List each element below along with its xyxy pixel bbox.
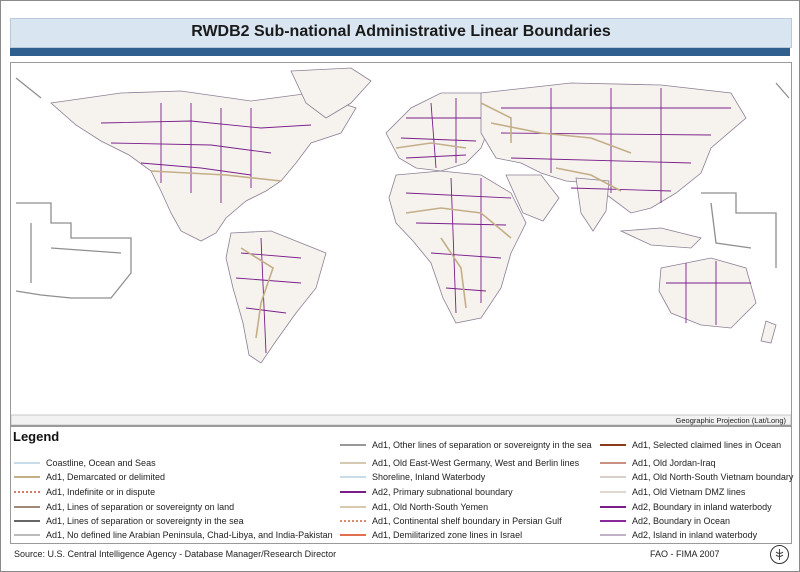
landmass-new-zealand [760, 320, 777, 344]
legend-item: Ad2, Island in inland waterbody [600, 530, 757, 540]
landmass-india [575, 177, 610, 232]
legend-item: Ad1, Other lines of separation or sovere… [340, 440, 592, 450]
legend-swatch [14, 506, 40, 508]
landmass-antarctica [11, 414, 791, 425]
legend-swatch [340, 476, 366, 478]
credit-note: FAO - FIMA 2007 [650, 549, 720, 559]
legend-item: Ad1, Old Vietnam DMZ lines [600, 487, 745, 497]
legend-item: Ad1, Demilitarized zone lines in Israel [340, 530, 522, 540]
legend-item: Ad1, Old Jordan-Iraq [600, 458, 716, 468]
fao-logo-icon [770, 545, 789, 564]
legend-label: Ad1, Continental shelf boundary in Persi… [372, 516, 562, 526]
legend-swatch [600, 520, 626, 522]
title-accent-bar [10, 48, 790, 56]
map-title: RWDB2 Sub-national Administrative Linear… [191, 23, 611, 40]
legend-swatch [600, 444, 626, 446]
source-note: Source: U.S. Central Intelligence Agency… [14, 549, 337, 559]
legend-item: Ad2, Boundary in Ocean [600, 516, 730, 526]
legend-swatch [14, 534, 40, 536]
legend-label: Ad2, Island in inland waterbody [632, 530, 758, 540]
pacific-sea-boundary [15, 202, 132, 299]
legend-label: Ad1, Demarcated or delimited [46, 472, 166, 482]
legend-label: Ad1, Lines of separation or sovereignty … [46, 516, 244, 526]
legend-swatch [600, 506, 626, 508]
legend-label: Ad1, Other lines of separation or sovere… [372, 440, 592, 450]
legend-swatch [340, 491, 366, 493]
legend-label: Ad1, Old Jordan-Iraq [632, 458, 716, 468]
legend-item: Ad2, Boundary in inland waterbody [600, 502, 772, 512]
legend-swatch [600, 491, 626, 493]
legend-label: Ad1, Indefinite or in dispute [46, 487, 156, 497]
legend-item: Ad1, Continental shelf boundary in Persi… [340, 516, 562, 526]
legend-label: Ad1, Old North-South Yemen [372, 502, 489, 512]
legend-item: Ad2, Primary subnational boundary [340, 487, 513, 497]
legend-swatch [340, 444, 366, 446]
legend-swatch [14, 520, 40, 522]
legend-swatch [14, 476, 40, 478]
legend-label: Ad1, Selected claimed lines in Ocean [632, 440, 782, 450]
legend-item: Ad1, Old North-South Yemen [340, 502, 488, 512]
legend-item: Ad1, Lines of separation or sovereignty … [14, 502, 234, 512]
legend-swatch [600, 534, 626, 536]
legend-swatch [14, 462, 40, 464]
legend-label: Ad1, Old Vietnam DMZ lines [632, 487, 746, 497]
legend-swatch [14, 491, 40, 493]
legend-item: Ad1, Old East-West Germany, West and Ber… [340, 458, 579, 468]
legend-label: Ad1, Old North-South Vietnam boundary [632, 472, 794, 482]
legend-item: Ad1, Indefinite or in dispute [14, 487, 155, 497]
legend-title: Legend [13, 429, 60, 444]
world-map-drawing [11, 67, 791, 425]
legend-item: Shoreline, Inland Waterbody [340, 472, 485, 482]
legend-label: Ad2, Boundary in Ocean [632, 516, 731, 526]
legend-label: Ad1, Old East-West Germany, West and Ber… [372, 458, 580, 468]
legend-item: Ad1, No defined line Arabian Peninsula, … [14, 530, 333, 540]
title-band: RWDB2 Sub-national Administrative Linear… [10, 18, 792, 48]
sea-boundary-east [701, 192, 777, 268]
landmass-africa [388, 170, 527, 324]
legend-swatch [600, 476, 626, 478]
legend-label: Ad1, Lines of separation or sovereignty … [46, 502, 235, 512]
legend-label: Shoreline, Inland Waterbody [372, 472, 486, 482]
legend-swatch [340, 462, 366, 464]
legend-item: Coastline, Ocean and Seas [14, 458, 156, 468]
legend-label: Ad2, Primary subnational boundary [372, 487, 513, 497]
legend-item: Ad1, Old North-South Vietnam boundary [600, 472, 793, 482]
landmass-indonesia [619, 227, 702, 249]
landmass-europe [385, 92, 492, 172]
legend-swatch [340, 520, 366, 522]
world-map [10, 62, 792, 426]
legend-label: Ad1, Demilitarized zone lines in Israel [372, 530, 523, 540]
legend-swatch [340, 506, 366, 508]
landmass-australia [658, 257, 757, 329]
legend-label: Ad1, No defined line Arabian Peninsula, … [46, 530, 333, 540]
legend-label: Coastline, Ocean and Seas [46, 458, 156, 468]
landmass-north-america [50, 90, 357, 242]
landmass-south-america [225, 230, 327, 364]
legend-item: Ad1, Lines of separation or sovereignty … [14, 516, 244, 526]
legend-item: Ad1, Selected claimed lines in Ocean [600, 440, 781, 450]
legend-label: Ad2, Boundary in inland waterbody [632, 502, 772, 512]
legend-swatch [340, 534, 366, 536]
legend-swatch [600, 462, 626, 464]
projection-note: Geographic Projection (Lat/Long) [675, 416, 786, 425]
legend-item: Ad1, Demarcated or delimited [14, 472, 165, 482]
